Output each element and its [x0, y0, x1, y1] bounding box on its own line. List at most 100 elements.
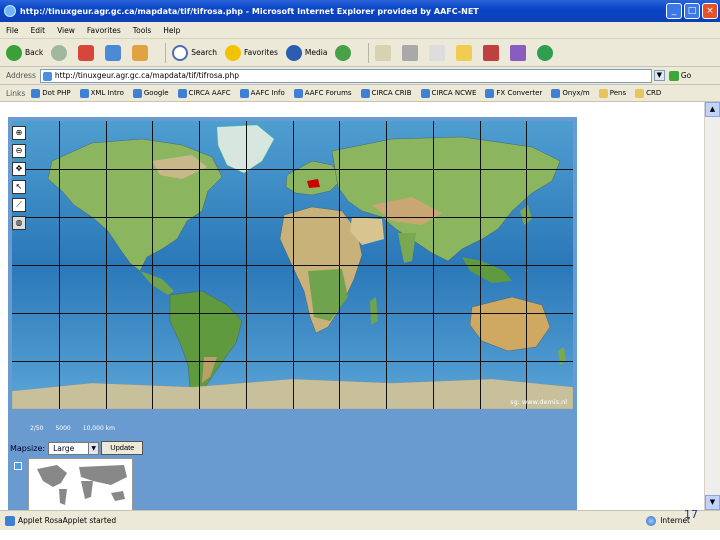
edit-button[interactable]: [429, 44, 448, 61]
forward-button[interactable]: [51, 44, 70, 61]
overview-continent: [37, 465, 67, 487]
antarctica: [12, 378, 573, 409]
link-label: CIRCA AAFC: [188, 89, 231, 97]
zoom-out-icon[interactable]: ⊖: [12, 144, 26, 158]
link-item[interactable]: XML Intro: [79, 88, 124, 98]
menu-file[interactable]: File: [0, 26, 25, 35]
media-icon: [285, 44, 302, 61]
people-icon: [537, 44, 554, 61]
page-icon: [420, 88, 430, 98]
edit-icon: [429, 44, 446, 61]
page-icon: [42, 71, 52, 81]
print-button[interactable]: [402, 44, 421, 61]
star-icon: [225, 44, 241, 61]
links-bar: Links Dot PHP XML Intro Google CIRCA AAFC AA…: [0, 85, 720, 102]
link-item[interactable]: Dot PHP: [31, 88, 71, 98]
minimize-button[interactable]: _: [666, 3, 682, 19]
link-item[interactable]: FX Converter: [485, 88, 542, 98]
media-label: Media: [304, 48, 328, 57]
search-icon: [172, 44, 189, 61]
address-dropdown-arrow[interactable]: ▼: [653, 70, 665, 81]
page-icon: [132, 88, 142, 98]
go-button[interactable]: Go: [668, 70, 691, 81]
toolbar-separator: [165, 42, 167, 63]
overview-continent: [81, 481, 93, 499]
favorites-button[interactable]: Favorites: [225, 44, 278, 61]
mapsize-label: Mapsize:: [10, 443, 46, 453]
menu-favorites[interactable]: Favorites: [81, 26, 127, 35]
menu-view[interactable]: View: [51, 26, 81, 35]
history-icon: [335, 44, 352, 61]
link-label: CRD: [646, 89, 662, 97]
link-item[interactable]: Onyx/m: [551, 88, 590, 98]
map-tools: ⊕ ⊖ ✥ ↖ ⟋ ◍: [12, 126, 26, 234]
globe-icon[interactable]: ◍: [12, 216, 26, 230]
address-input[interactable]: http://tinuxgeur.agr.gc.ca/mapdata/tif/t…: [39, 68, 652, 83]
link-label: CIRCA CRIB: [371, 89, 412, 97]
menu-tools[interactable]: Tools: [127, 26, 157, 35]
mapsize-select[interactable]: Large ▼: [48, 441, 100, 455]
identify-icon[interactable]: ↖: [12, 180, 26, 194]
folder-icon: [635, 88, 645, 98]
search-button[interactable]: Search: [172, 44, 217, 61]
print-icon: [402, 44, 419, 61]
page-icon: [485, 88, 495, 98]
link-item[interactable]: Pens: [598, 88, 626, 98]
measure-icon[interactable]: ⟋: [12, 198, 26, 212]
research-button[interactable]: [483, 44, 502, 61]
people-button[interactable]: [537, 44, 556, 61]
link-item[interactable]: AAFC Forums: [293, 88, 352, 98]
pan-icon[interactable]: ✥: [12, 162, 26, 176]
window-title: http://tinuxgeur.agr.gc.ca/mapdata/tif/t…: [20, 6, 479, 16]
scroll-down-button[interactable]: ▼: [705, 495, 720, 510]
world-map[interactable]: sg: www.demis.nl: [12, 121, 573, 409]
menu-edit[interactable]: Edit: [25, 26, 52, 35]
back-button[interactable]: Back: [6, 44, 43, 61]
toolbar-separator: [368, 42, 370, 63]
address-bar: Address http://tinuxgeur.agr.gc.ca/mapda…: [0, 67, 720, 85]
link-item[interactable]: AAFC Info: [239, 88, 285, 98]
world-map-svg: [12, 121, 573, 409]
standard-toolbar: Back Search Favorites Media: [0, 39, 720, 67]
chevron-down-icon[interactable]: ▼: [88, 442, 99, 454]
overview-toggle-icon[interactable]: [14, 462, 22, 470]
internet-globe-icon: [646, 515, 657, 526]
overview-continent: [59, 489, 67, 505]
link-item[interactable]: CIRCA NCWE: [420, 88, 477, 98]
refresh-button[interactable]: [105, 44, 124, 61]
link-item[interactable]: CRD: [635, 88, 662, 98]
close-button[interactable]: ×: [702, 3, 718, 19]
zoom-in-icon[interactable]: ⊕: [12, 126, 26, 140]
forward-arrow-icon: [51, 44, 68, 61]
link-item[interactable]: CIRCA CRIB: [360, 88, 412, 98]
links-label: Links: [6, 88, 26, 98]
discuss-button[interactable]: [456, 44, 475, 61]
history-button[interactable]: [335, 44, 354, 61]
link-label: XML Intro: [90, 89, 124, 97]
folder-icon: [456, 44, 473, 61]
vertical-scrollbar[interactable]: ▲ ▼: [704, 102, 720, 510]
page-icon: [31, 88, 41, 98]
map-credit: sg: www.demis.nl: [510, 398, 567, 406]
menu-help[interactable]: Help: [157, 26, 186, 35]
page-icon: [5, 515, 15, 526]
link-item[interactable]: Google: [132, 88, 169, 98]
links-list: Dot PHP XML Intro Google CIRCA AAFC AAFC Inf…: [31, 88, 670, 98]
link-label: CIRCA NCWE: [431, 89, 477, 97]
maximize-button[interactable]: □: [684, 3, 700, 19]
mapsize-row: Mapsize: Large ▼ Update: [10, 441, 144, 455]
scale-label: 2/50: [30, 425, 44, 432]
window-titlebar: http://tinuxgeur.agr.gc.ca/mapdata/tif/t…: [0, 0, 720, 22]
stop-button[interactable]: [78, 44, 97, 61]
media-button[interactable]: Media: [285, 44, 328, 61]
mail-button[interactable]: [375, 44, 394, 61]
research-icon: [483, 44, 500, 61]
messenger-button[interactable]: [510, 44, 529, 61]
scroll-up-button[interactable]: ▲: [705, 102, 720, 117]
update-button[interactable]: Update: [101, 441, 144, 455]
home-button[interactable]: [132, 44, 151, 61]
back-arrow-icon: [6, 44, 22, 61]
link-item[interactable]: CIRCA AAFC: [177, 88, 231, 98]
overview-map[interactable]: [28, 458, 133, 513]
menu-bar: File Edit View Favorites Tools Help: [0, 22, 720, 39]
